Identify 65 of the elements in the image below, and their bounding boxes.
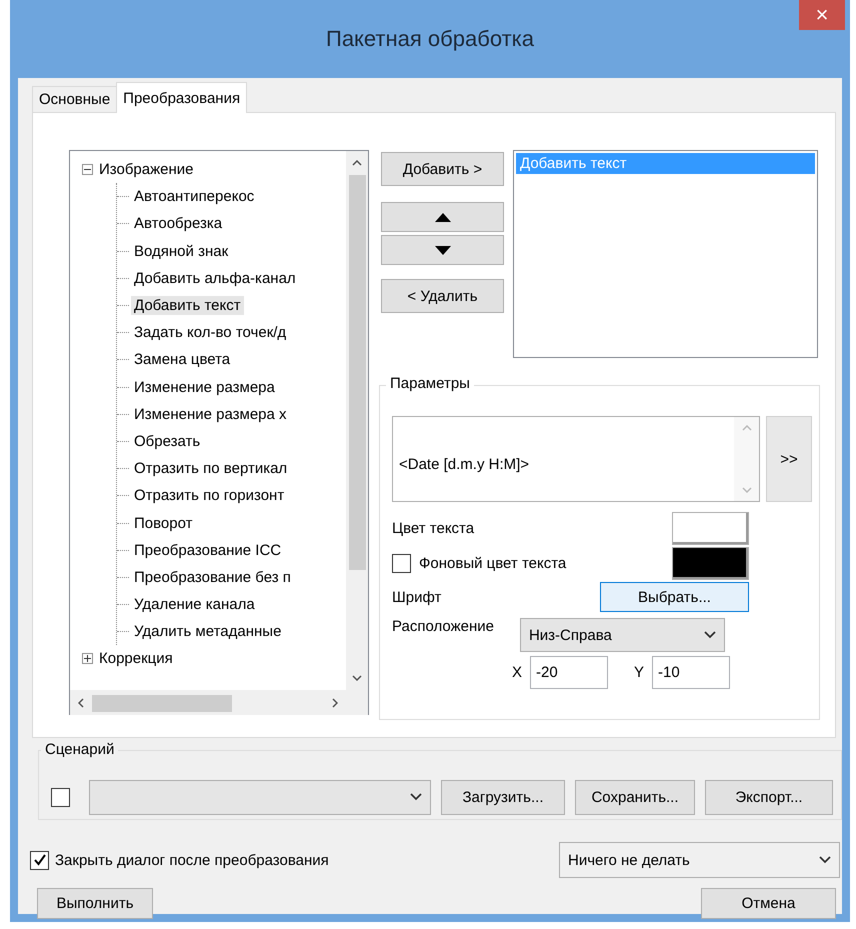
- checkbox[interactable]: [392, 554, 411, 573]
- tree-item[interactable]: Удаление канала: [131, 595, 258, 614]
- tree-item[interactable]: Задать кол-во точек/д: [131, 323, 290, 342]
- tree-item[interactable]: Водяной знак: [131, 242, 232, 261]
- checkbox-label: Фоновый цвет текста: [419, 555, 566, 572]
- color-swatch[interactable]: [672, 512, 749, 545]
- tree-item[interactable]: Отразить по горизонт: [131, 486, 288, 506]
- horizontal-scrollbar[interactable]: [70, 690, 368, 715]
- x-field[interactable]: -20: [530, 656, 608, 689]
- tree-item[interactable]: Преобразование без п: [131, 568, 294, 587]
- run-button[interactable]: Выполнить: [37, 888, 153, 919]
- scenario-button[interactable]: Экспорт...: [705, 780, 833, 814]
- scenario-button[interactable]: Сохранить...: [575, 780, 695, 814]
- checkbox[interactable]: [51, 788, 70, 806]
- triangle-down-icon: [434, 246, 450, 254]
- chevron-down-icon: [704, 631, 716, 639]
- position-label: Расположение: [392, 618, 494, 635]
- scroll-right-icon[interactable]: [332, 698, 338, 708]
- insert-button[interactable]: >>: [766, 416, 812, 502]
- group-title: Параметры: [386, 375, 474, 392]
- collapse-icon[interactable]: [82, 164, 93, 176]
- vertical-scrollbar[interactable]: [346, 151, 368, 690]
- group-title: Сценарий: [41, 741, 118, 758]
- font-label: Шрифт: [392, 588, 442, 606]
- scenario-button[interactable]: Загрузить...: [441, 780, 565, 814]
- expand-icon[interactable]: [82, 653, 93, 664]
- choose-font-button[interactable]: Выбрать...: [600, 582, 749, 612]
- add-button[interactable]: Добавить >: [381, 152, 504, 186]
- checkbox[interactable]: [30, 850, 49, 870]
- color-swatch[interactable]: [672, 547, 749, 580]
- scroll-down-icon[interactable]: [352, 675, 362, 681]
- after-action-dropdown[interactable]: Ничего не делать: [559, 842, 840, 878]
- tree-item[interactable]: Изменение размера: [131, 378, 278, 397]
- close-button[interactable]: ×: [799, 0, 845, 30]
- tree-item[interactable]: Автообрезка: [131, 214, 226, 234]
- y-field[interactable]: -10: [652, 656, 730, 689]
- tree-item[interactable]: Замена цвета: [131, 350, 234, 370]
- cancel-button[interactable]: Отмена: [701, 888, 836, 919]
- tree-item[interactable]: Автоантиперекос: [131, 187, 258, 206]
- tree-item[interactable]: Изменение размера х: [131, 404, 290, 424]
- text-color-label: Цвет текста: [392, 520, 474, 537]
- tree-item[interactable]: Добавить текст: [131, 296, 244, 316]
- dropdown-value: Ничего не делать: [568, 852, 690, 868]
- tree-item[interactable]: Преобразование ICC: [131, 540, 284, 560]
- chevron-down-icon: [819, 856, 831, 864]
- x-label: X: [512, 664, 522, 681]
- remove-button[interactable]: < Удалить: [381, 279, 504, 313]
- scroll-up-icon[interactable]: [352, 160, 362, 166]
- tree-item[interactable]: Удалить метаданные: [131, 622, 284, 642]
- y-label: Y: [634, 664, 644, 681]
- dropdown-value: Низ-Справа: [528, 626, 612, 644]
- checkbox-label: Закрыть диалог после преобразования: [55, 852, 329, 868]
- window-title: Пакетная обработка: [326, 26, 534, 52]
- tab[interactable]: Преобразования: [116, 82, 248, 113]
- scroll-left-icon[interactable]: [78, 698, 84, 708]
- tree-item[interactable]: Поворот: [131, 514, 196, 533]
- tree-item[interactable]: Отразить по вертикал: [131, 459, 290, 478]
- triangle-up-icon: [434, 212, 450, 222]
- tab[interactable]: Основные: [32, 86, 118, 112]
- position-dropdown[interactable]: Низ-Справа: [520, 618, 725, 652]
- tree-item[interactable]: Изображение: [96, 160, 196, 180]
- tree-item[interactable]: Коррекция: [96, 649, 176, 668]
- chevron-down-icon: [410, 793, 422, 801]
- tree-item[interactable]: Добавить альфа-канал: [131, 268, 299, 288]
- tree-item[interactable]: Обрезать: [131, 432, 204, 451]
